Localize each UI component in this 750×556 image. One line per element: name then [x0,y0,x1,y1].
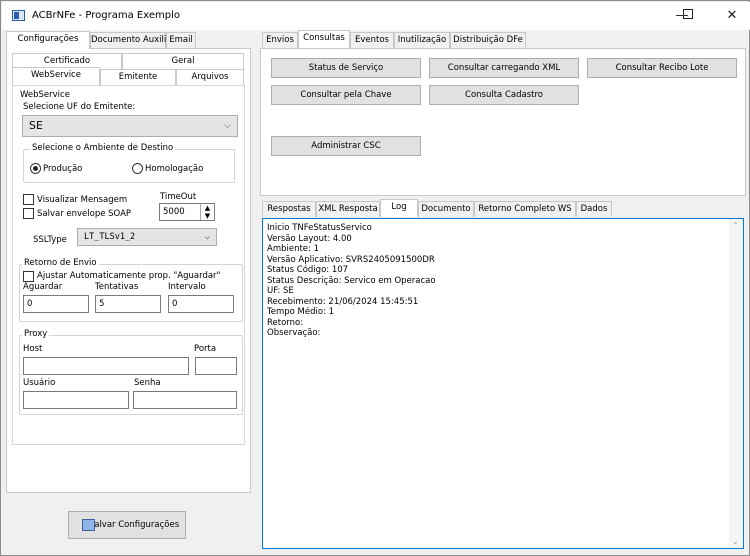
window-title: ACBrNFe - Programa Exemplo [32,10,180,21]
tab-consultas[interactable]: Consultas [298,30,350,48]
maximize-button[interactable] [666,4,710,28]
homologacao-radio[interactable] [132,163,143,174]
tab-envios[interactable]: Envios [262,32,298,48]
chevron-down-icon: ⌵ [204,232,210,242]
app-icon [12,10,25,21]
senha-input[interactable] [133,391,237,409]
visualizar-checkbox[interactable] [23,194,34,205]
tab-eventos[interactable]: Eventos [350,32,394,48]
ambiente-title: Selecione o Ambiente de Destino [30,143,176,153]
webservice-group-title: WebService [20,90,70,100]
ssltype-label: SSLType [33,235,67,245]
tentativas-label: Tentativas [95,282,139,292]
salvar-envelope-checkbox[interactable] [23,208,34,219]
log-line: Versão Layout: 4.00 [267,233,352,244]
ajustar-checkbox[interactable] [23,271,34,282]
status-servico-button[interactable]: Status de Serviço [271,58,421,78]
scroll-up-icon[interactable]: ⌃ [732,221,739,230]
timeout-label: TimeOut [160,192,197,202]
tab-email[interactable]: Email [166,32,196,48]
timeout-spinner[interactable]: ▲ ▼ [200,204,214,220]
ajustar-label: Ajustar Automaticamente prop. "Aguardar" [37,271,221,281]
ssltype-select[interactable]: LT_TLSv1_2 ⌵ [77,228,217,246]
log-line: UF: SE [267,286,294,296]
consultar-xml-button[interactable]: Consultar carregando XML [429,58,579,78]
retorno-title: Retorno de Envio [22,258,99,268]
host-input[interactable] [23,357,189,375]
log-line: Status Código: 107 [267,265,349,275]
host-label: Host [23,344,43,354]
log-line: Recebimento: 21/06/2024 15:45:51 [267,296,419,307]
usuario-label: Usuário [23,378,56,388]
tab-documento[interactable]: Documento [418,201,474,217]
usuario-input[interactable] [23,391,129,409]
main-window: ACBrNFe - Programa Exemplo — ✕ Configura… [0,0,750,556]
porta-input[interactable] [195,357,237,375]
aguardar-label: Aguardar [23,282,63,292]
save-icon [82,519,95,531]
scroll-down-icon[interactable]: ⌄ [732,537,739,546]
log-line: Inicio TNFeStatusServico [267,223,372,233]
tab-webservice[interactable]: WebService [12,67,100,85]
producao-label: Produção [43,164,83,174]
tab-log[interactable]: Log [380,199,418,217]
log-line: Versão Aplicativo: SVRS2405091500DR [267,254,435,265]
tab-dados[interactable]: Dados [576,201,612,217]
homologacao-label: Homologação [145,164,204,174]
tab-xml-resposta[interactable]: XML Resposta [316,201,380,217]
log-line: Observação: [267,328,321,338]
close-button[interactable]: ✕ [710,4,750,28]
tab-geral[interactable]: Geral [122,53,244,69]
consultar-recibo-button[interactable]: Consultar Recibo Lote [587,58,737,78]
tab-distribuicao-dfe[interactable]: Distribuição DFe [450,32,526,48]
visualizar-label: Visualizar Mensagem [37,195,128,205]
producao-radio[interactable] [30,163,41,174]
consulta-cadastro-button[interactable]: Consulta Cadastro [429,85,579,105]
uf-label: Selecione UF do Emitente: [23,102,136,112]
salvar-configuracoes-button[interactable]: Salvar Configurações [68,511,186,539]
log-line: Ambiente: 1 [267,244,320,254]
log-scrollbar[interactable]: ⌃ ⌄ [729,219,743,548]
tab-arquivos[interactable]: Arquivos [176,69,244,85]
tab-emitente[interactable]: Emitente [100,69,176,85]
log-line: Retorno: [267,317,304,328]
salvar-label: Salvar Configurações [88,520,180,530]
log-line: Status Descrição: Servico em Operacao [267,275,436,286]
aguardar-input[interactable]: 0 [23,295,89,313]
log-content: Inicio TNFeStatusServico Versão Layout: 4… [267,223,436,339]
consultar-chave-button[interactable]: Consultar pela Chave [271,85,421,105]
intervalo-input[interactable]: 0 [168,295,234,313]
tentativas-input[interactable]: 5 [95,295,161,313]
tab-retorno-completo-ws[interactable]: Retorno Completo WS [474,201,576,217]
log-line: Tempo Médio: 1 [267,307,335,317]
tab-inutilizacao[interactable]: Inutilização [394,32,450,48]
uf-value: SE [29,119,43,132]
title-bar[interactable]: ACBrNFe - Programa Exemplo — ✕ [2,2,750,30]
salvar-envelope-label: Salvar envelope SOAP [37,209,132,219]
senha-label: Senha [134,378,161,388]
tab-configuracoes[interactable]: Configurações [6,31,90,49]
tab-documento-auxiliar[interactable]: Documento Auxiliar [90,32,175,48]
porta-label: Porta [194,344,217,354]
administrar-csc-button[interactable]: Administrar CSC [271,136,421,156]
chevron-down-icon: ⌵ [224,121,231,131]
ssltype-value: LT_TLSv1_2 [84,232,136,242]
proxy-title: Proxy [22,329,50,339]
tab-respostas[interactable]: Respostas [262,201,316,217]
uf-select[interactable]: SE ⌵ [22,115,238,137]
intervalo-label: Intervalo [168,282,206,292]
